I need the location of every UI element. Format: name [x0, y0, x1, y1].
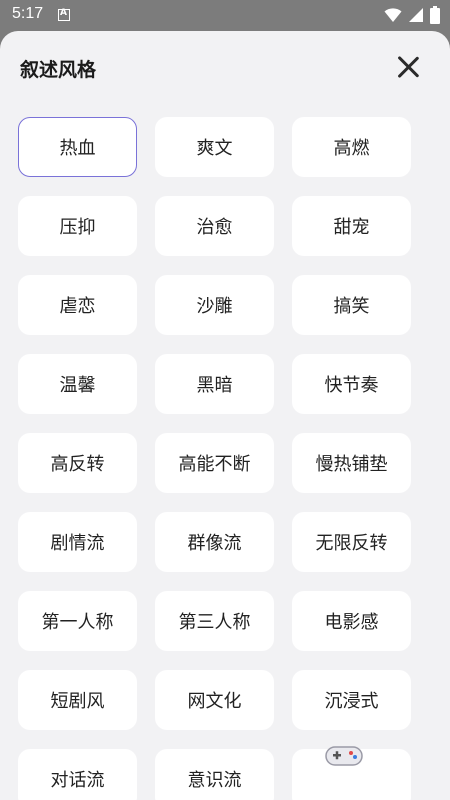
style-chip[interactable]: 网文化: [155, 670, 274, 730]
style-chip[interactable]: 搞笑: [292, 275, 411, 335]
style-chip[interactable]: 高反转: [18, 433, 137, 493]
style-chip[interactable]: 温馨: [18, 354, 137, 414]
close-icon[interactable]: [394, 53, 422, 81]
style-chip[interactable]: 治愈: [155, 196, 274, 256]
style-chip[interactable]: 高能不断: [155, 433, 274, 493]
status-time: 5:17: [12, 5, 44, 22]
style-chip[interactable]: 沙雕: [155, 275, 274, 335]
style-chip[interactable]: 爽文: [155, 117, 274, 177]
style-chip[interactable]: 群像流: [155, 512, 274, 572]
style-chip[interactable]: 对话流: [18, 749, 137, 800]
status-icons: [384, 6, 440, 24]
style-chip[interactable]: 意识流: [155, 749, 274, 800]
style-chip[interactable]: 黑暗: [155, 354, 274, 414]
style-chip[interactable]: 虐恋: [18, 275, 137, 335]
style-chip[interactable]: 第三人称: [155, 591, 274, 651]
style-chip[interactable]: 短剧风: [18, 670, 137, 730]
style-chip[interactable]: 慢热铺垫: [292, 433, 411, 493]
style-chip[interactable]: 甜宠: [292, 196, 411, 256]
status-bar: 5:17: [0, 0, 450, 31]
style-chip[interactable]: 无限反转: [292, 512, 411, 572]
cellular-signal-icon: [409, 8, 423, 22]
narrative-style-sheet: 叙述风格 热血 爽文 高燃压抑 治愈 甜宠虐恋 沙雕 搞笑温馨 黑暗 快节奏高反转 高能不断 慢热铺…: [0, 31, 450, 800]
style-chip[interactable]: 沉浸式: [292, 670, 411, 730]
style-chip[interactable]: 压抑: [18, 196, 137, 256]
style-chip[interactable]: 热血: [18, 117, 137, 177]
style-chip[interactable]: 高燃: [292, 117, 411, 177]
notification-a-icon: [58, 8, 70, 21]
style-chip[interactable]: 剧情流: [18, 512, 137, 572]
style-chip[interactable]: 电影感: [292, 591, 411, 651]
style-chip[interactable]: 快节奏: [292, 354, 411, 414]
wifi-icon: [384, 8, 402, 22]
battery-icon: [430, 6, 440, 24]
watermark-logo: [272, 743, 422, 800]
style-chip[interactable]: 第一人称: [18, 591, 137, 651]
style-grid: 热血 爽文 高燃压抑 治愈 甜宠虐恋 沙雕 搞笑温馨 黑暗 快节奏高反转 高能不断 慢热铺垫剧情流群…: [18, 117, 414, 800]
sheet-title: 叙述风格: [20, 59, 97, 81]
gamepad-icon: [325, 746, 363, 766]
